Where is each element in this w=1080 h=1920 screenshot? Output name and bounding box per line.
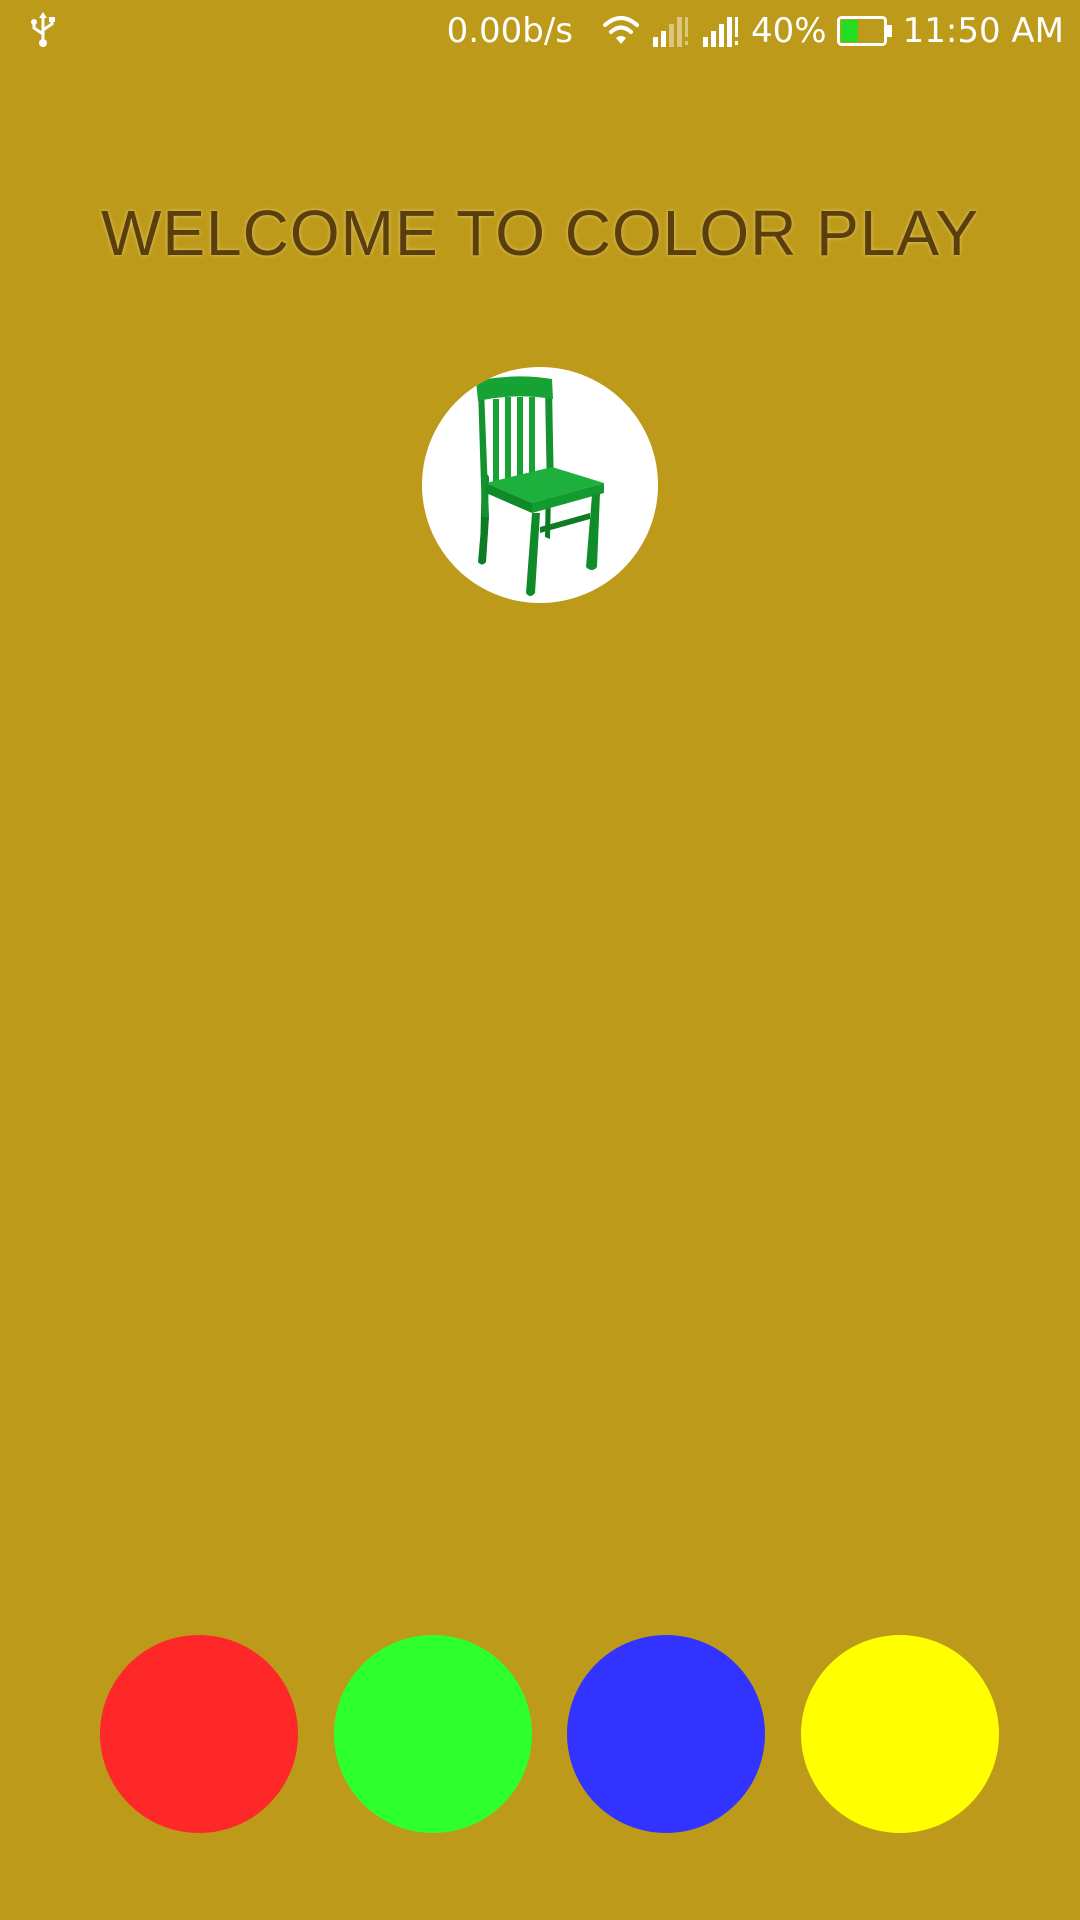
usb-icon [31, 12, 55, 47]
network-speed: 0.00b/s [446, 11, 574, 51]
battery-icon [836, 16, 892, 46]
status-indicators: 0.00b/s 40% 11:50 AM [447, 8, 1064, 54]
wifi-icon [603, 16, 640, 44]
color-play-screen: 0.00b/s 40% 11:50 AM WELCOME TO COLOR PL… [0, 0, 1080, 1920]
welcome-title: WELCOME TO COLOR PLAY [100, 197, 980, 269]
red-color-button[interactable] [100, 1635, 298, 1833]
yellow-color-button[interactable] [801, 1635, 999, 1833]
blue-color-button[interactable] [567, 1635, 765, 1833]
clock: 11:50 AM [902, 11, 1064, 51]
object-picture [422, 367, 658, 603]
signal-icon [703, 17, 739, 47]
signal-icon [653, 17, 689, 47]
status-bar: 0.00b/s 40% 11:50 AM [0, 0, 1080, 62]
battery-percent: 40% [751, 11, 827, 51]
green-color-button[interactable] [334, 1635, 532, 1833]
green-chair-image [476, 376, 604, 596]
